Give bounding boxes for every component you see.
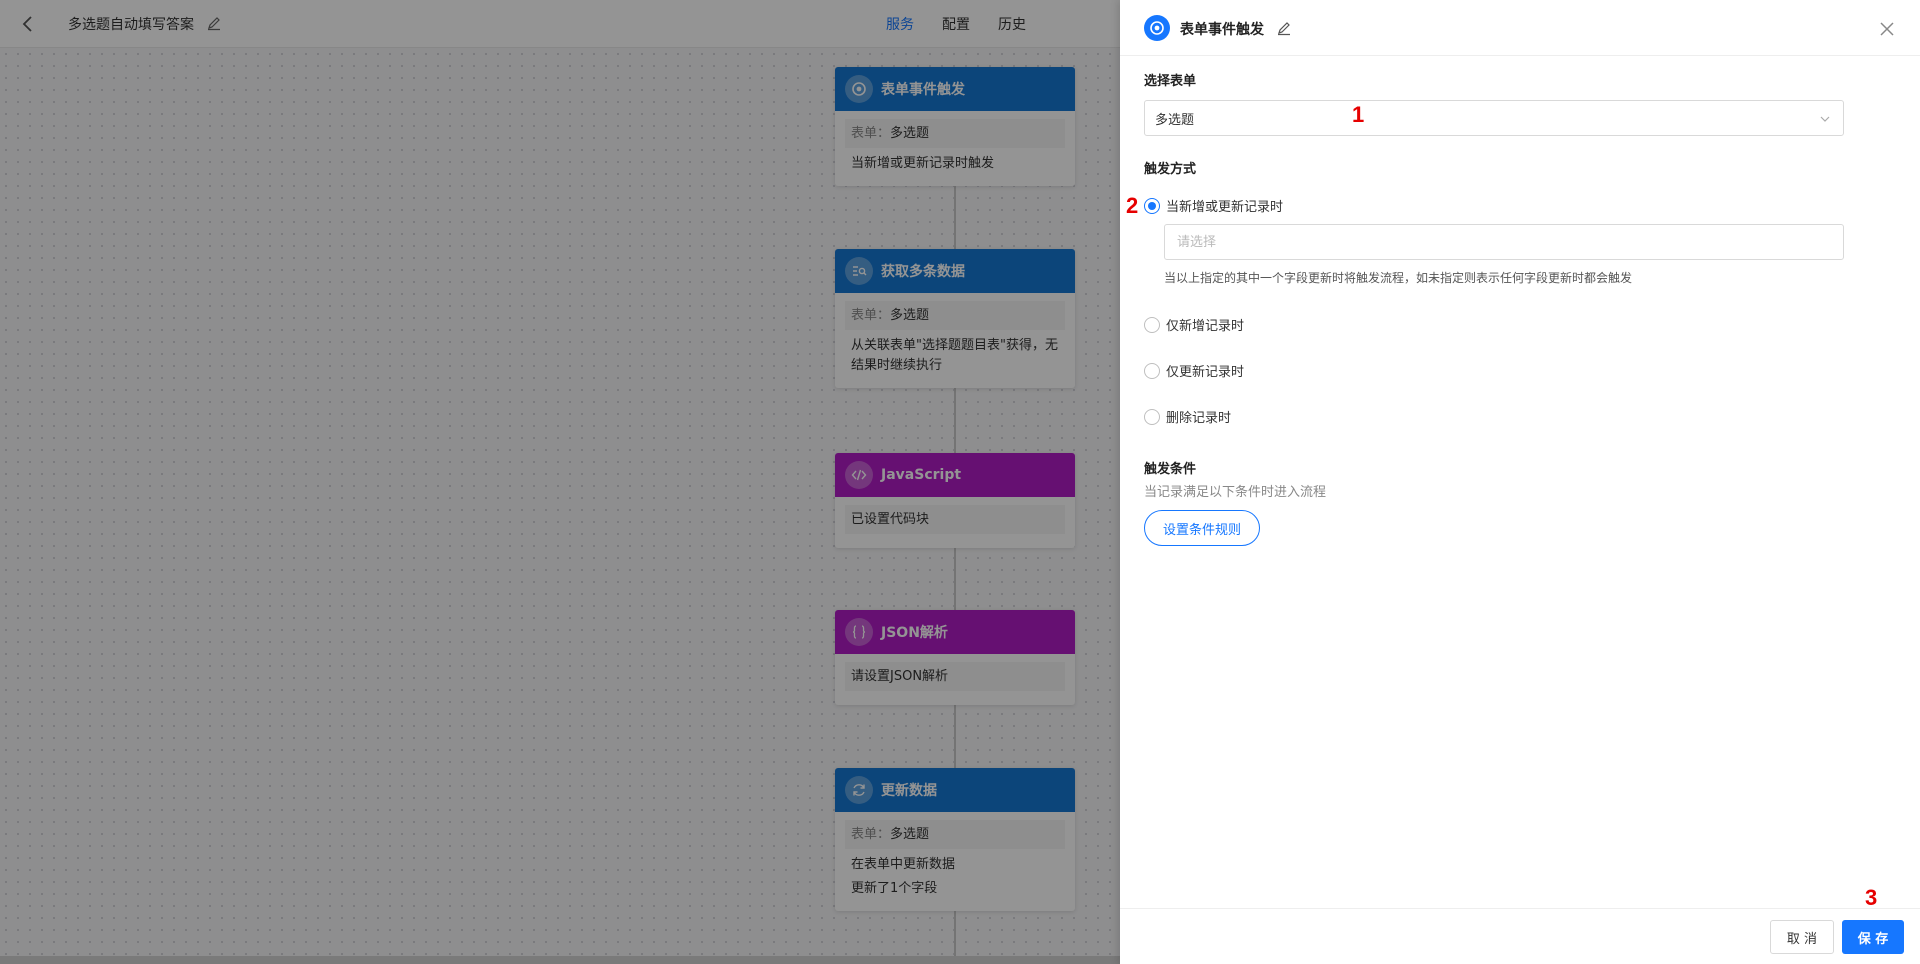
radio-create-or-update[interactable]: 当新增或更新记录时 <box>1144 196 1283 215</box>
trigger-condition-label: 触发条件 <box>1144 462 1197 477</box>
radio-delete[interactable]: 删除记录时 <box>1144 407 1231 426</box>
radio-unchecked-icon[interactable] <box>1144 408 1160 425</box>
node-config-drawer: 表单事件触发 选择表单 多选题 1 触发方式 2 当新增或更新记录时 当以上指定… <box>1120 0 1920 964</box>
horizontal-scrollbar[interactable] <box>0 956 1120 964</box>
form-select[interactable]: 多选题 <box>1144 100 1844 136</box>
select-form-label: 选择表单 <box>1144 74 1197 89</box>
set-condition-rule-button[interactable]: 设置条件规则 <box>1144 510 1260 546</box>
trigger-fields-select[interactable] <box>1164 224 1844 260</box>
chevron-down-icon <box>1820 116 1830 122</box>
radio-label: 删除记录时 <box>1166 411 1232 426</box>
trigger-fields-hint: 当以上指定的其中一个字段更新时将触发流程，如未指定则表示任何字段更新时都会触发 <box>1164 271 1633 285</box>
flow-canvas[interactable]: 多选题自动填写答案 服务 配置 历史 表单事件触发 表单：多选题 当新增或更新记… <box>0 0 1120 964</box>
radio-label: 当新增或更新记录时 <box>1166 200 1284 215</box>
drawer-header: 表单事件触发 <box>1120 0 1920 56</box>
radio-unchecked-icon[interactable] <box>1144 362 1160 379</box>
radio-update-only[interactable]: 仅更新记录时 <box>1144 361 1244 380</box>
form-select-value: 多选题 <box>1155 112 1195 128</box>
radio-label: 仅新增记录时 <box>1166 319 1245 334</box>
trigger-condition-hint: 当记录满足以下条件时进入流程 <box>1144 485 1327 500</box>
radio-unchecked-icon[interactable] <box>1144 316 1160 333</box>
edit-pencil-icon[interactable] <box>1276 20 1292 36</box>
annotation-marker-2: 2 <box>1126 193 1139 218</box>
radio-label: 仅更新记录时 <box>1166 365 1245 380</box>
annotation-marker-1: 1 <box>1352 102 1365 127</box>
modal-overlay[interactable] <box>0 0 1120 964</box>
close-icon[interactable] <box>1878 20 1896 38</box>
radio-create-only[interactable]: 仅新增记录时 <box>1144 315 1244 334</box>
drawer-title: 表单事件触发 <box>1180 22 1264 38</box>
save-button[interactable]: 保 存 <box>1842 920 1904 954</box>
trigger-mode-label: 触发方式 <box>1144 162 1197 177</box>
radio-checked-icon[interactable] <box>1144 197 1160 214</box>
cancel-button[interactable]: 取 消 <box>1770 920 1834 954</box>
target-icon <box>1144 15 1170 41</box>
drawer-footer: 取 消 保 存 <box>1120 908 1920 964</box>
